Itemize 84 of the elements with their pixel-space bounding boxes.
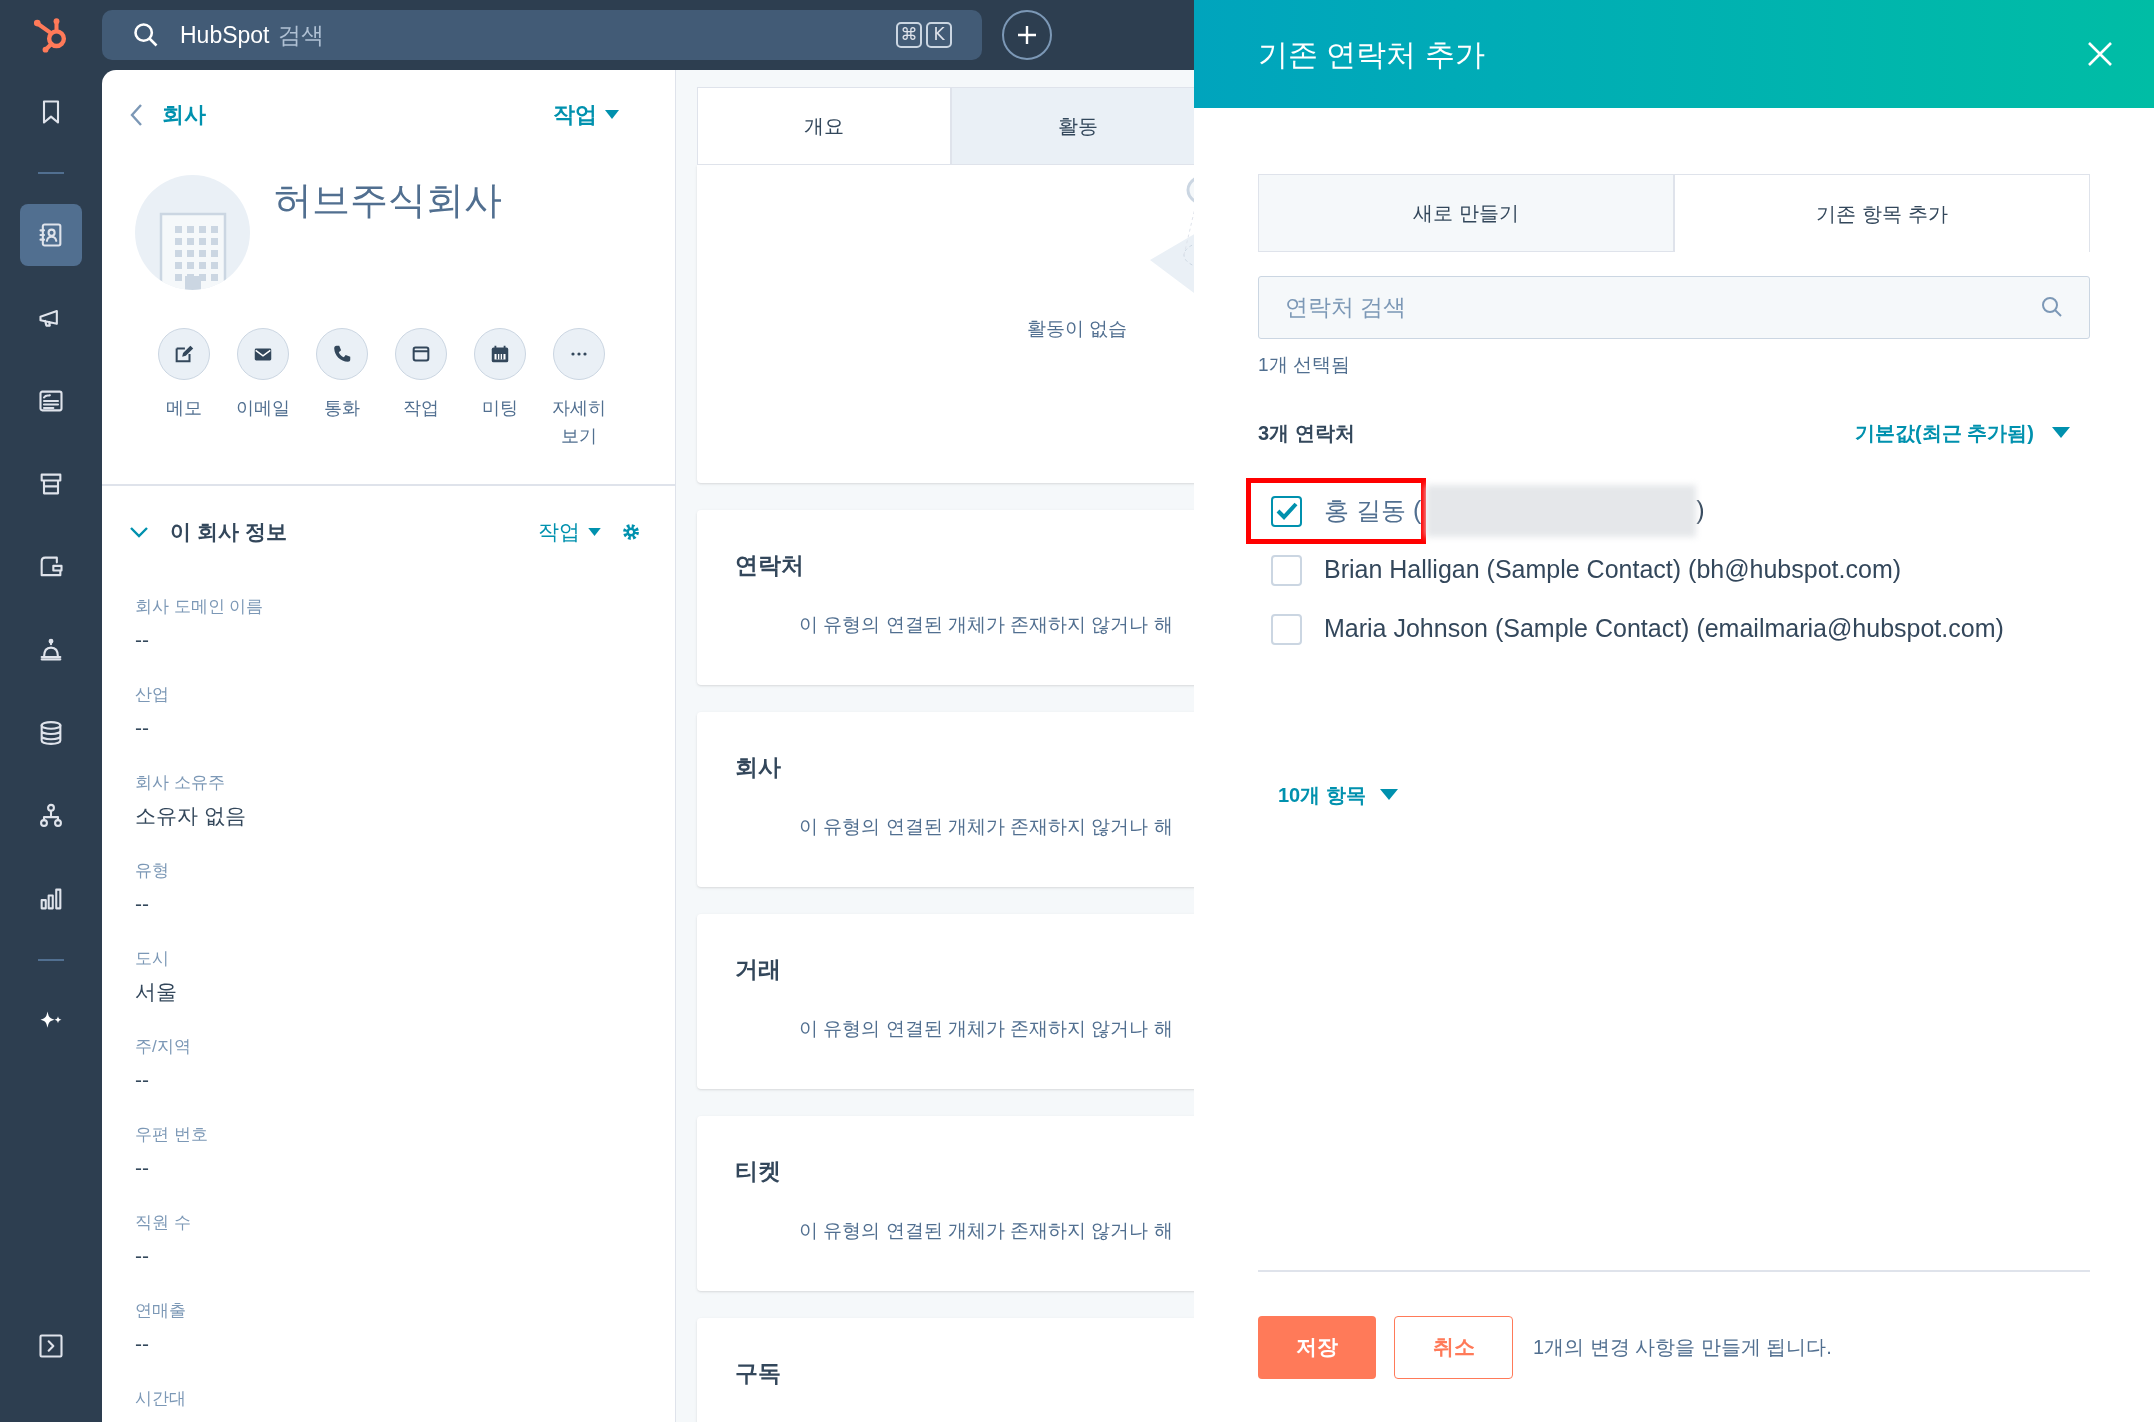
quick-action-button[interactable]: [395, 328, 447, 380]
note-icon: [173, 343, 195, 365]
card-title: 티켓: [735, 1157, 781, 1186]
field-value: --: [135, 714, 150, 741]
drawer-title: 기존 연락처 추가: [1258, 36, 1485, 73]
tab[interactable]: 새로 만들기: [1258, 174, 1674, 252]
field-label: 시간대: [135, 1387, 187, 1410]
more-icon: [571, 352, 587, 356]
caret-icon: [588, 527, 601, 536]
tab[interactable]: 활동: [951, 87, 1194, 165]
section-title[interactable]: 이 회사 정보: [170, 516, 287, 548]
field-label: 산업: [135, 683, 170, 706]
search-placeholder: 검색: [277, 20, 324, 50]
quick-action-label[interactable]: 메모: [156, 394, 212, 422]
checkbox[interactable]: [1271, 495, 1302, 527]
field-label: 직원 수: [135, 1211, 192, 1234]
quick-action-label[interactable]: 미팅: [472, 394, 528, 422]
tab[interactable]: 개요: [697, 87, 951, 165]
contact-name[interactable]: Brian Halligan (Sample Contact) (bh@hubspot.com): [1324, 551, 1902, 589]
empty-message: 이 유형의 연결된 개체가 존재하지 않거나 해: [799, 612, 1173, 637]
caret-icon: [605, 110, 619, 119]
search-brand-text: HubSpot: [180, 20, 270, 50]
quick-action-button[interactable]: [237, 328, 289, 380]
contact-search-field[interactable]: 연락처 검색: [1258, 276, 2090, 339]
empty-message: 이 유형의 연결된 개체가 존재하지 않거나 해: [799, 1218, 1173, 1243]
empty-state-text: 활동이 없습: [1027, 318, 1128, 339]
card-title: 구독: [735, 1359, 781, 1388]
actions-dropdown[interactable]: 작업: [553, 98, 619, 131]
field-value: --: [135, 1066, 150, 1093]
expand-icon: [37, 1332, 65, 1360]
caret-icon: [2052, 427, 2070, 438]
sidebar-item[interactable]: [20, 203, 82, 266]
card-title: 거래: [735, 955, 781, 984]
company-name: 허브주식회사: [274, 178, 502, 223]
quick-action-label[interactable]: 작업: [393, 394, 449, 422]
card-title: 연락처: [735, 551, 804, 580]
empty-message: 이 유형의 연결된 개체가 존재하지 않거나 해: [799, 1016, 1173, 1041]
network-icon: [37, 801, 65, 830]
close-icon: [2087, 41, 2113, 67]
search-icon: [132, 21, 160, 49]
contact-suffix: ): [1696, 495, 1705, 527]
caret-icon: [1379, 789, 1398, 800]
field-label: 우편 번호: [135, 1123, 209, 1146]
actions-dropdown[interactable]: 작업: [538, 516, 601, 548]
field-value: --: [135, 1154, 150, 1181]
field-label: 유형: [135, 859, 170, 882]
field-label: 주/지역: [135, 1035, 192, 1058]
list-title: 3개 연락처: [1258, 420, 1355, 446]
field-value: --: [135, 1242, 150, 1269]
sort-dropdown[interactable]: 기본값(최근 추가됨): [1855, 417, 2070, 448]
field-value: 서울: [135, 978, 178, 1005]
add-button[interactable]: [1002, 10, 1052, 60]
field-value: --: [135, 1330, 150, 1357]
check-icon: [1275, 502, 1298, 520]
selected-count: 1개 선택됨: [1258, 353, 1350, 377]
plus-icon: [1016, 24, 1038, 46]
calendar-icon: [489, 343, 511, 365]
quick-action-label[interactable]: 통화: [314, 394, 370, 422]
empty-message: 이 유형의 연결된 개체가 존재하지 않거나 해: [799, 814, 1173, 839]
field-value: --: [135, 626, 150, 653]
quick-action-button[interactable]: [474, 328, 526, 380]
phone-icon: [331, 343, 353, 365]
contact-name[interactable]: Maria Johnson (Sample Contact) (emailmaria@hubspot.com): [1324, 610, 2004, 648]
field-value: 소유자 없음: [135, 802, 247, 829]
show-more-dropdown[interactable]: 10개 항목: [1278, 779, 1398, 810]
back-link[interactable]: 회사: [162, 98, 206, 131]
field-value: --: [135, 890, 150, 917]
tab[interactable]: 기존 항목 추가: [1674, 174, 2090, 252]
change-note: 1개의 변경 사항을 만들게 됩니다.: [1533, 1335, 1832, 1360]
settings-icon: [621, 521, 641, 542]
quick-action-button[interactable]: [316, 328, 368, 380]
field-label: 연매출: [135, 1299, 187, 1322]
field-label: 회사 도메인 이름: [135, 595, 265, 618]
quick-action-label[interactable]: 이메일: [235, 394, 291, 422]
field-label: 도시: [135, 947, 170, 970]
card-title: 회사: [735, 753, 781, 782]
quick-action-button[interactable]: [158, 328, 210, 380]
shortcut-key: ⌘: [896, 22, 922, 48]
contact-name[interactable]: 홍 길동 (: [1324, 492, 1422, 530]
shortcut-key: K: [926, 22, 952, 48]
search-icon: [2040, 295, 2064, 319]
field-label: 회사 소유주: [135, 771, 226, 794]
search-field[interactable]: HubSpot 검색 ⌘ K: [102, 10, 982, 60]
quick-action-label[interactable]: 자세히 보기: [551, 394, 607, 450]
